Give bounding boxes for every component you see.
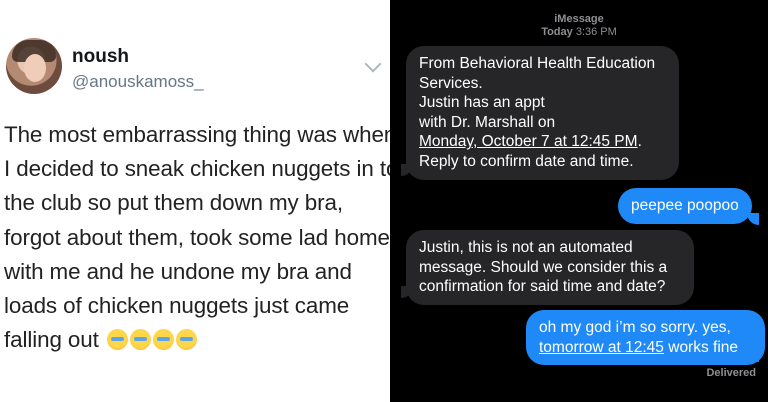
chevron-down-icon[interactable] bbox=[364, 55, 382, 73]
timestamp: Today 3:36 PM bbox=[390, 26, 768, 38]
message-line: with Dr. Marshall on bbox=[419, 113, 556, 131]
crying-face-icon bbox=[152, 329, 174, 351]
outgoing-message-bubble[interactable]: peepee poopoo bbox=[618, 188, 752, 224]
timestamp-day: Today bbox=[541, 26, 573, 38]
message-line: message. Should we consider this a bbox=[419, 258, 668, 276]
tweet-line: forgot about them, took some lad home bbox=[4, 224, 390, 250]
tweet-line: I decided to sneak chicken nuggets in to bbox=[4, 156, 399, 182]
tweet-line-last: falling out bbox=[4, 323, 386, 357]
punctuation: . bbox=[637, 133, 642, 151]
service-label: iMessage bbox=[554, 13, 604, 25]
message-text: works fine bbox=[663, 338, 739, 356]
outgoing-message-bubble[interactable]: oh my god i’m so sorry. yes, tomorrow at… bbox=[526, 310, 765, 366]
crying-face-icon bbox=[106, 329, 128, 351]
incoming-message-bubble[interactable]: From Behavioral Health Education Service… bbox=[406, 46, 679, 180]
time-link[interactable]: tomorrow at 12:45 bbox=[539, 339, 664, 356]
message-line: Services. bbox=[419, 74, 483, 92]
tweet-line: the club so put them down my bra, bbox=[4, 190, 343, 216]
tweet-line: with me and he undone my bra and bbox=[4, 258, 352, 284]
avatar-face bbox=[24, 54, 46, 82]
screenshot-composite: noush @anouskamoss_ The most embarrassin… bbox=[0, 0, 768, 402]
crying-face-icon bbox=[175, 329, 197, 351]
message-line: oh my god i’m so sorry. yes, bbox=[539, 319, 731, 336]
delivery-status: Delivered bbox=[706, 367, 756, 379]
timestamp-time: 3:36 PM bbox=[575, 26, 617, 38]
date-link[interactable]: Monday, October 7 at 12:45 PM bbox=[419, 133, 638, 150]
tweet-line: The most embarrassing thing was when bbox=[4, 122, 397, 147]
tweet-line-text: falling out bbox=[4, 327, 99, 353]
user-handle[interactable]: @anouskamoss_ bbox=[72, 72, 204, 92]
message-line: tomorrow at 12:45 works fine bbox=[539, 338, 752, 358]
display-name[interactable]: noush bbox=[72, 46, 129, 68]
message-line: Justin has an appt bbox=[419, 94, 545, 112]
crying-face-icon bbox=[129, 329, 151, 351]
message-line: Justin, this is not an automated bbox=[419, 239, 633, 256]
tweet-text: The most embarrassing thing was when I d… bbox=[4, 118, 399, 357]
message-line: confirmation for said time and date? bbox=[419, 278, 666, 296]
bubble-tail bbox=[747, 213, 759, 225]
avatar[interactable] bbox=[6, 38, 62, 94]
tweet-line: loads of chicken nuggets just came bbox=[4, 293, 350, 319]
tweet-card: noush @anouskamoss_ The most embarrassin… bbox=[0, 0, 399, 402]
message-line: From Behavioral Health Education bbox=[419, 55, 656, 72]
incoming-message-bubble[interactable]: Justin, this is not an automated message… bbox=[406, 230, 694, 305]
imessage-thread: iMessage Today 3:36 PM From Behavioral H… bbox=[390, 0, 768, 402]
message-line: Reply to confirm date and time. bbox=[419, 152, 634, 170]
message-line: Monday, October 7 at 12:45 PM. bbox=[419, 132, 666, 152]
